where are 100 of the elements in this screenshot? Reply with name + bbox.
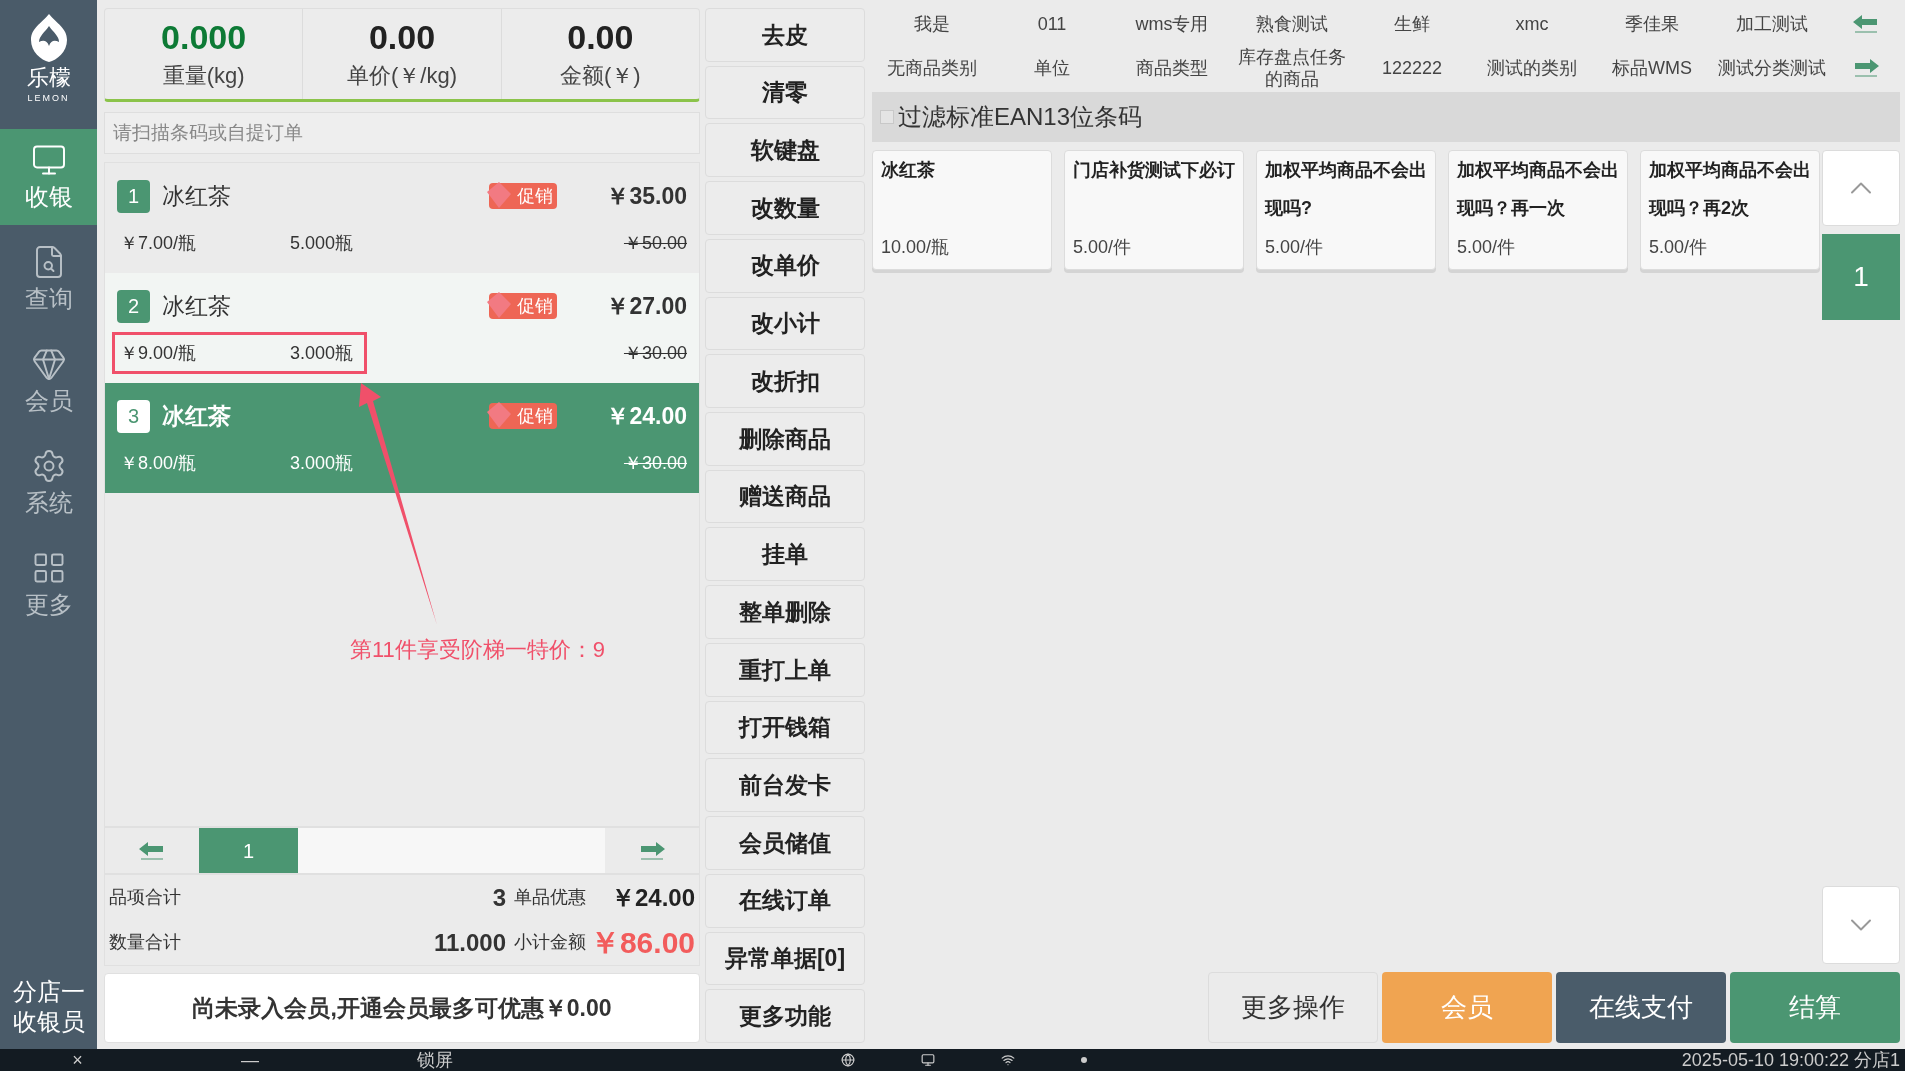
line-total: ￥24.00 [605,401,687,431]
promo-label: 促销 [517,294,553,318]
action-button[interactable]: 更多功能 [705,989,865,1043]
action-button[interactable]: 赠送商品 [705,469,865,524]
product-card[interactable]: 冰红茶 10.00/瓶 [872,150,1052,270]
wifi-icon [1001,1053,1015,1067]
category-tab[interactable]: 加工测试 [1712,12,1832,36]
total-value: 11.000 [432,927,506,958]
lock-button[interactable]: 锁屏 [345,1046,525,1071]
action-button[interactable]: 会员储值 [705,816,865,870]
action-button[interactable]: 更多操作 [1208,972,1378,1043]
total-amount: ￥24.00 [610,882,695,913]
nav-item[interactable]: 会员 [0,333,97,429]
cart-row[interactable]: 2 冰红茶 促销 ￥27.00 ￥9.00/瓶 3.000瓶 ￥30.00 [105,273,699,383]
brand-name: 乐檬 [26,64,71,92]
action-button[interactable]: 整单删除 [705,585,865,639]
total-label: 数量合计 [109,931,182,954]
action-button[interactable]: 改小计 [705,296,865,351]
total-label: 品项合计 [109,886,182,909]
user-label: 收银员 [12,1007,85,1037]
line-total: ￥35.00 [605,181,687,211]
category-tab[interactable]: 标品WMS [1592,56,1712,80]
action-button[interactable]: 改单价 [705,238,865,293]
nav-item[interactable]: 收银 [0,129,97,225]
category-tab[interactable]: 商品类型 [1112,56,1232,80]
action-button[interactable]: 在线支付 [1556,972,1726,1043]
page-indicator: 1 [1822,234,1900,320]
category-tab[interactable]: 季佳果 [1592,12,1712,36]
line-total: ￥27.00 [605,291,687,321]
promo-label: 促销 [517,184,553,208]
nav-item[interactable]: 系统 [0,435,97,531]
page-number[interactable]: 1 [199,828,298,873]
nav-item[interactable]: 更多 [0,537,97,633]
category-tab[interactable]: 122222 [1352,56,1472,80]
unit-price: ￥8.00/瓶 [120,451,198,475]
total-value: 3 [491,882,506,913]
product-price: 5.00/件 [1265,236,1325,259]
category-tab[interactable]: wms专用 [1112,12,1232,36]
category-tab[interactable]: xmc [1472,12,1592,36]
product-card[interactable]: 加权平均商品不会出现吗？再一次 5.00/件 [1448,150,1628,270]
minimize-button[interactable]: — [155,1046,345,1071]
category-tab[interactable]: 测试的类别 [1472,56,1592,80]
action-button[interactable]: 改折扣 [705,354,865,409]
product-name: 加权平均商品不会出现吗？再一次 [1457,159,1619,220]
category-tab[interactable]: 库存盘点任务的商品 [1232,45,1352,91]
category-tab[interactable]: 测试分类测试 [1712,56,1832,80]
category-tab[interactable]: 熟食测试 [1232,12,1352,36]
product-name: 加权平均商品不会出现吗? [1265,159,1427,220]
close-button[interactable]: × [0,1046,155,1071]
quantity: 3.000瓶 [290,341,354,365]
total-amount: ￥86.00 [589,925,695,961]
cart-row[interactable]: 3 冰红茶 促销 ￥24.00 ￥8.00/瓶 3.000瓶 ￥30.00 [105,383,699,493]
action-button[interactable]: 前台发卡 [705,758,865,813]
quantity: 5.000瓶 [290,231,354,255]
category-tab[interactable]: 我是 [872,12,992,36]
action-button[interactable]: 改数量 [705,181,865,235]
row-number: 1 [117,179,150,213]
product-name: 门店补货测试下必订 [1073,159,1235,182]
action-button[interactable]: 重打上单 [705,642,865,697]
category-tab[interactable]: 单位 [992,56,1112,80]
brand-subtitle: LEMON [27,91,70,105]
category-tab[interactable]: 无商品类别 [872,56,992,80]
action-button[interactable]: 软键盘 [705,123,865,178]
action-button[interactable]: 挂单 [705,527,865,582]
product-price: 5.00/件 [1457,236,1517,259]
checkbox[interactable] [880,110,894,124]
total-label: 小计金额 [514,931,586,954]
product-name: 冰红茶 [162,181,231,211]
action-button[interactable]: 打开钱箱 [705,700,865,755]
original-price: ￥30.00 [623,451,687,475]
original-price: ￥30.00 [623,341,687,365]
scale-value: 0.00 [567,17,634,59]
product-card[interactable]: 门店补货测试下必订 5.00/件 [1064,150,1244,270]
unit-price: ￥9.00/瓶 [120,341,198,365]
product-name: 冰红茶 [162,291,231,321]
action-button[interactable]: 结算 [1730,972,1900,1043]
datetime: 2025-05-10 19:00:22 分店1 [1681,1048,1901,1071]
scale-label: 重量(kg) [162,61,245,90]
product-price: 5.00/件 [1649,236,1709,259]
product-card[interactable]: 加权平均商品不会出现吗? 5.00/件 [1256,150,1436,270]
monitor-icon [921,1053,935,1067]
action-button[interactable]: 去皮 [705,8,865,62]
product-card[interactable]: 加权平均商品不会出现吗？再2次 5.00/件 [1640,150,1820,270]
action-button[interactable]: 在线订单 [705,873,865,928]
product-name: 冰红茶 [881,159,936,182]
scale-value: 0.000 [161,17,247,59]
category-tab[interactable]: 生鲜 [1352,12,1472,36]
row-number: 2 [117,289,150,323]
action-button[interactable]: 清零 [705,65,865,120]
scale-label: 单价(￥/kg) [347,61,457,90]
search-field[interactable]: 请扫描条码或自提订单 [104,112,700,154]
action-button[interactable]: 删除商品 [705,412,865,466]
category-tab[interactable]: 011 [992,12,1112,36]
nav-item[interactable]: 查询 [0,231,97,327]
original-price: ￥50.00 [623,231,687,255]
product-price: 5.00/件 [1073,236,1133,259]
action-button[interactable]: 异常单据[0] [705,931,865,986]
member-banner: 尚未录入会员,开通会员最多可优惠￥0.00 [104,973,700,1043]
globe-icon [841,1053,855,1067]
filter-label[interactable]: 过滤标准EAN13位条码 [898,99,1143,135]
